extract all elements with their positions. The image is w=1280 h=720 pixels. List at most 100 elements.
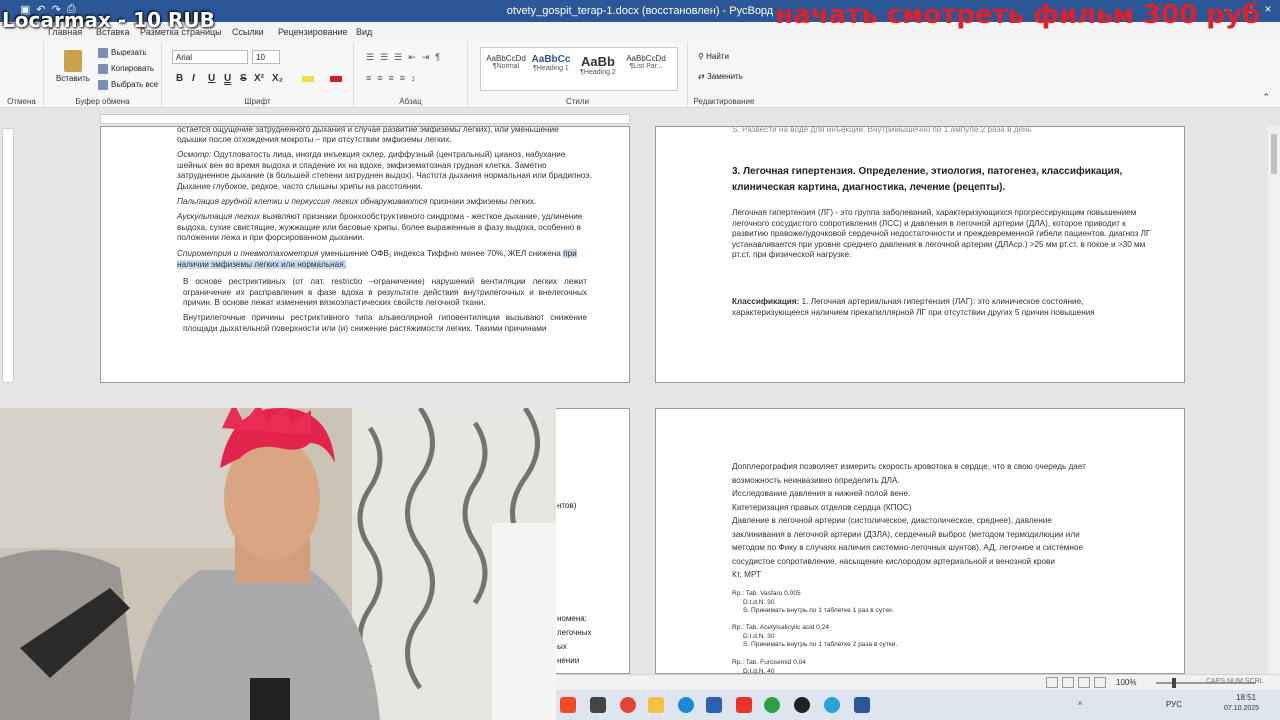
underline-button[interactable]: U (208, 73, 215, 84)
draft-icon[interactable] (1094, 677, 1106, 688)
page3-fragment: нении (557, 656, 580, 665)
spirometry-label: Спирометрия и пневмотахометрия (177, 249, 319, 258)
style-name: ¶Normal (492, 63, 520, 70)
styles-gallery: AaBbCcDd ¶Normal AaBbCc ¶Heading 1 AaBb … (480, 47, 678, 91)
copy-button[interactable]: Копировать (98, 64, 154, 74)
page4-line: Кт, МРТ (732, 570, 762, 579)
font-color-icon[interactable] (330, 76, 342, 82)
classification-label: Классификация: (732, 297, 800, 306)
obs-icon[interactable] (794, 697, 810, 713)
style-list-paragraph[interactable]: AaBbCcDd ¶List Par... (623, 54, 669, 70)
folder-icon[interactable] (648, 697, 664, 713)
style-sample: AaBbCcDd (486, 54, 526, 63)
tab-view[interactable]: Вид (356, 27, 372, 37)
torrent-icon[interactable] (764, 697, 780, 713)
clock-time[interactable]: 18:51 (1236, 693, 1256, 702)
prescription-3: Rp.: Tab. Furosemid 0,04 D.t.d.N. 40 (732, 659, 806, 674)
replace-button[interactable]: ⇄ Заменить (698, 72, 743, 81)
find-button[interactable]: ⚲ Найти (698, 52, 729, 61)
zoom-slider-knob[interactable] (1172, 678, 1176, 688)
vertical-scrollbar[interactable] (1268, 126, 1280, 674)
page4-line: Исследование давления в нижней полой вен… (732, 489, 911, 498)
scrollbar-thumb[interactable] (1271, 134, 1277, 174)
view-buttons[interactable] (1046, 677, 1106, 688)
strikethrough-button[interactable]: S (240, 73, 247, 84)
terminal-icon[interactable] (590, 697, 606, 713)
palpation-paragraph: Пальпация грудной клетки и перкуссия лег… (177, 197, 597, 208)
classification-paragraph: Классификация: 1. Легочная артериальная … (732, 297, 1152, 318)
page-4[interactable]: Допплерография позволяет измерить скорос… (655, 408, 1185, 674)
subscript-button[interactable]: X₂ (272, 73, 283, 84)
copy-icon (98, 64, 108, 74)
horizontal-ruler[interactable] (0, 112, 1280, 126)
style-name: ¶Heading 1 (533, 65, 569, 72)
spirometry-paragraph: Спирометрия и пневмотахометрия уменьшени… (177, 249, 597, 270)
page4-line: заклинивания в легочной артерии (ДЗЛА), … (732, 529, 1080, 539)
section-heading: 3. Легочная гипертензия. Определение, эт… (732, 166, 1123, 193)
clipboard-group: Вставить Вырезать Копировать Выбрать все… (44, 42, 162, 108)
page4-line: методом по Фику в случаях наличия систем… (732, 543, 1084, 552)
osmotr-paragraph: Осмотр: Одутловатость лица, иногда инъек… (177, 150, 597, 192)
paste-button[interactable]: Вставить (56, 50, 90, 83)
style-name: ¶List Par... (629, 63, 663, 70)
page3-fragment: ых (557, 642, 567, 651)
ribbon: Отмена Вставить Вырезать Копировать Выбр… (0, 42, 1280, 108)
align-icons[interactable]: ≡≡≡≡↕ (366, 73, 422, 83)
highlight-color-icon[interactable] (302, 76, 314, 82)
find-label: Найти (706, 52, 729, 61)
font-size-box[interactable]: 10 (252, 50, 280, 64)
osmotr-text: Одутловатость лица, иногда инъекция скле… (177, 150, 592, 191)
intra-paragraph: Внутрилегочные причины рестриктивного ти… (183, 313, 587, 333)
style-heading-1[interactable]: AaBbCc ¶Heading 1 (529, 54, 573, 72)
style-normal[interactable]: AaBbCcDd ¶Normal (483, 54, 529, 70)
telegram-icon[interactable] (824, 697, 840, 713)
styles-group-label: Стили (565, 97, 590, 106)
editing-group: ⚲ Найти ⇄ Заменить Редактирование (688, 42, 760, 108)
collapse-ribbon-icon[interactable]: ⌃ (1262, 92, 1270, 103)
paragraph-group: ☰☰☰⇤⇥¶ ≡≡≡≡↕ Абзац (354, 42, 468, 108)
page-2[interactable]: S. Развести на воде для инъекций. Внутри… (655, 126, 1185, 383)
cut-button[interactable]: Вырезать (98, 48, 147, 58)
yandex-icon[interactable] (736, 697, 752, 713)
tab-review[interactable]: Рецензирование (278, 27, 348, 37)
italic-button[interactable]: I (192, 73, 195, 84)
list-icons[interactable]: ☰☰☰⇤⇥¶ (366, 52, 446, 63)
prescription-1: Rp.: Tab. Vasfaru 0,005 D.t.d.N. 30 S. П… (732, 590, 894, 615)
superscript-button[interactable]: X² (254, 73, 264, 84)
store-icon[interactable] (706, 697, 722, 713)
double-underline-button[interactable]: U (224, 73, 231, 84)
clock-date[interactable]: 07.10.2025 (1224, 705, 1259, 712)
page4-line: Давление в легочной артерии (систолическ… (732, 516, 1052, 525)
word-icon[interactable] (854, 697, 870, 713)
close-icon[interactable]: × (1260, 2, 1276, 16)
clipboard-group-label: Буфер обмена (75, 97, 130, 106)
undo-group: Отмена (0, 42, 44, 108)
replace-icon: ⇄ (698, 72, 707, 81)
bold-button[interactable]: B (176, 73, 183, 84)
font-name-box[interactable]: Arial (172, 50, 248, 64)
select-all-button[interactable]: Выбрать все (98, 80, 158, 90)
page4-line: возможность неинвазивно определить ДЛА. (732, 475, 900, 485)
page2-top-line: S. Развести на воде для инъекций. Внутри… (732, 126, 1032, 134)
paragraph-group-label: Абзац (399, 97, 422, 106)
print-layout-icon[interactable] (1046, 677, 1058, 688)
streamer-tag: Locarmax - 10 RUB (2, 8, 215, 32)
style-heading-2[interactable]: AaBb ¶Heading 2 (575, 54, 621, 76)
font-group: Arial 10 B I U U S X² X₂ Шрифт (162, 42, 354, 108)
style-sample: AaBb (581, 54, 615, 69)
chrome-icon[interactable] (620, 697, 636, 713)
paste-icon (63, 50, 82, 72)
web-layout-icon[interactable] (1062, 677, 1074, 688)
app-icon[interactable] (560, 697, 576, 713)
input-language[interactable]: РУС (1166, 700, 1182, 709)
binoculars-icon: ⚲ (698, 52, 707, 61)
page3-fragment: нтов) (557, 501, 577, 510)
zoom-level[interactable]: 100% (1116, 678, 1136, 687)
page4-body: Допплерография позволяет измерить скорос… (732, 460, 1152, 582)
tab-references[interactable]: Ссылки (232, 27, 264, 37)
vertical-ruler[interactable] (2, 128, 14, 383)
edge-icon[interactable] (678, 697, 694, 713)
tray-chevron-icon[interactable]: ^ (1078, 700, 1082, 710)
outline-icon[interactable] (1078, 677, 1090, 688)
page-1[interactable]: остается ощущение затрудненного дыхания … (100, 126, 630, 383)
